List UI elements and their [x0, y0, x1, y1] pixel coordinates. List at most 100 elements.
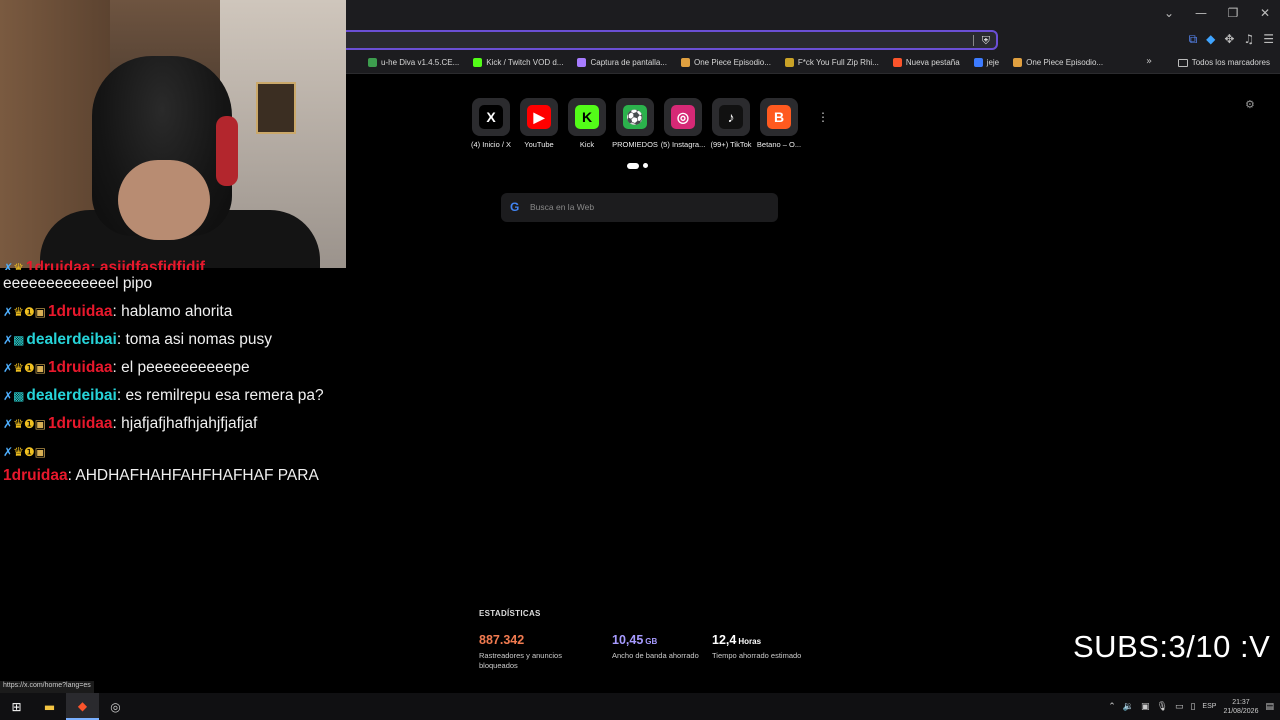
stat-trackers-value: 887.342 — [479, 633, 525, 647]
bookmark-label: F*ck You Full Zip Rhi... — [797, 58, 879, 67]
minimize-button[interactable]: — — [1194, 6, 1208, 20]
bookmark-item[interactable]: jeje — [973, 58, 999, 67]
bookmark-item[interactable]: One Piece Episodio... — [1013, 58, 1103, 67]
brave-shields-icon[interactable]: ⛨ — [982, 34, 990, 48]
app-circle-icon[interactable]: ◎ — [99, 693, 132, 720]
screen: ⌄ — ❐ ✕ ⛨ ⧉ ◆ ✥ ♫ ☰ u-he Diva v1.4.5.CE.… — [0, 0, 1280, 720]
chat-username: dealerdeibai — [26, 331, 117, 348]
speed-dial-tile-box: ◎ — [664, 98, 702, 136]
bookmark-label: u-he Diva v1.4.5.CE... — [381, 58, 460, 67]
taskbar-apps: ⊞ ▬ ◆ ◎ — [0, 693, 132, 720]
tray-overflow-icon[interactable]: ⌃ — [1108, 702, 1116, 712]
site-favicon-icon: B — [767, 105, 791, 129]
stat-trackers-desc: Rastreadores y anuncios bloqueados — [479, 651, 562, 670]
clock[interactable]: 21:37 21/08/2026 — [1223, 698, 1258, 716]
chat-message: ✗▩ dealerdeibai: toma asi nomas pusy — [3, 328, 345, 352]
speed-dial-more-icon[interactable]: ⋮ — [817, 110, 829, 124]
site-favicon-icon: K — [575, 105, 599, 129]
webcam-overlay — [0, 0, 346, 268]
close-button[interactable]: ✕ — [1258, 6, 1272, 20]
speed-dial-tile[interactable]: B Betano – O... — [757, 98, 801, 149]
speed-dial-label: PROMIEDOS — [612, 140, 658, 149]
speed-dial-label: (5) Instagra... — [660, 140, 706, 149]
clock-time: 21:37 — [1232, 698, 1250, 706]
bookmark-item[interactable]: Captura de pantalla... — [577, 58, 667, 67]
speed-dial-label: (99+) TikTok — [710, 140, 752, 149]
folder-icon — [1177, 58, 1188, 67]
speed-dial-tile[interactable]: ♪ (99+) TikTok — [710, 98, 752, 149]
bookmark-item[interactable]: One Piece Episodio... — [680, 58, 771, 67]
speed-dial-tile[interactable]: ⚽ PROMIEDOS — [612, 98, 658, 149]
brave-browser-icon[interactable]: ◆ — [66, 693, 99, 720]
stat-time-value: 12,4 — [712, 633, 737, 647]
pager-dot[interactable] — [643, 163, 648, 168]
bookmarks-bar: u-he Diva v1.4.5.CE... Kick / Twitch VOD … — [346, 52, 1280, 74]
pager-dot-active[interactable] — [627, 163, 639, 169]
battery-icon[interactable]: ▯ — [1190, 702, 1195, 712]
chat-username: 1druidaa — [47, 303, 113, 320]
language-indicator[interactable]: ESP — [1202, 703, 1216, 710]
stats-title: ESTADÍSTICAS — [479, 609, 541, 618]
address-bar[interactable]: ⛨ — [346, 30, 998, 50]
start-icon[interactable]: ⊞ — [0, 693, 33, 720]
chat-badges-icon: ✗♛❶▣ — [3, 417, 46, 431]
window-controls: ⌄ — ❐ ✕ — [1162, 6, 1272, 20]
system-tray: ⌃ 🔉 ▣ 🎙 ▭ ▯ ESP 21:37 21/08/2026 ▤ — [1108, 693, 1280, 720]
speed-dial-pager — [627, 163, 648, 169]
speaker-icon[interactable]: 🔉 — [1123, 702, 1134, 712]
bookmark-favicon-icon — [973, 58, 983, 67]
notifications-icon[interactable]: ▤ — [1265, 702, 1274, 712]
restore-button[interactable]: ❐ — [1226, 6, 1240, 20]
google-icon: G — [510, 200, 520, 214]
settings-gear-icon[interactable]: ⚙ — [1245, 98, 1255, 111]
speed-dial-tile-box: X — [472, 98, 510, 136]
bookmark-favicon-icon — [1013, 58, 1023, 67]
all-bookmarks-button[interactable]: Todos los marcadores — [1177, 58, 1270, 67]
speed-dial-tile[interactable]: K Kick — [568, 98, 606, 149]
speed-dial-tile[interactable]: ▶ YouTube — [520, 98, 558, 149]
speed-dial-tile[interactable]: ◎ (5) Instagra... — [661, 98, 705, 149]
chat-message-text: : es remilrepu esa remera pa? — [116, 387, 324, 404]
webcam-face — [118, 160, 210, 240]
chat-badges-icon: ✗▩ — [3, 389, 25, 403]
all-bookmarks-label: Todos los marcadores — [1191, 58, 1270, 67]
search-input[interactable] — [530, 199, 760, 215]
extension-a-icon[interactable]: ◆ — [1206, 32, 1215, 47]
chat-message: eeeeeeeeeeeeel pipo — [3, 272, 345, 296]
taskbar: ⊞ ▬ ◆ ◎ ⌃ 🔉 ▣ 🎙 ▭ ▯ ESP 21:37 21/08/2026… — [0, 693, 1280, 720]
chat-username: 1druidaa — [47, 415, 113, 432]
app-tray-icon[interactable]: ▣ — [1141, 702, 1150, 712]
puzzle-icon[interactable]: ✥ — [1224, 32, 1234, 47]
clock-date: 21/08/2026 — [1223, 707, 1259, 715]
chat-message: ✗♛❶▣ 1druidaa: el peeeeeeeeeepe — [3, 356, 345, 380]
bookmark-label: Kick / Twitch VOD d... — [486, 58, 564, 67]
tab-search-icon[interactable]: ⌄ — [1162, 6, 1176, 20]
subs-counter: SUBS:3/10 :V — [1073, 629, 1271, 664]
file-explorer-icon[interactable]: ▬ — [33, 693, 66, 720]
status-url: https://x.com/home?lang=es — [0, 681, 94, 693]
bookmark-item[interactable]: Nueva pestaña — [892, 58, 960, 67]
bookmark-item[interactable]: F*ck You Full Zip Rhi... — [784, 58, 879, 67]
browser-titlebar: ⌄ — ❐ ✕ — [346, 0, 1280, 28]
webcam-headset — [216, 116, 238, 186]
bookmark-item[interactable]: u-he Diva v1.4.5.CE... — [368, 58, 459, 67]
chat-badges-icon: ✗♛❶▣ — [3, 361, 46, 375]
bookmarks-overflow-icon[interactable]: » — [1146, 56, 1152, 67]
bookmark-item[interactable]: Kick / Twitch VOD d... — [473, 58, 563, 67]
menu-icon[interactable]: ☰ — [1263, 32, 1274, 47]
bookmark-label: One Piece Episodio... — [693, 58, 771, 67]
network-icon[interactable]: ▭ — [1175, 702, 1184, 712]
toolbar-icons: ⧉ ◆ ✥ ♫ ☰ — [1189, 32, 1274, 47]
chat-badges-icon: ✗♛❶▣ — [3, 305, 46, 319]
bookmark-favicon-icon — [577, 58, 587, 67]
microphone-icon[interactable]: 🎙 — [1157, 702, 1168, 712]
translate-icon[interactable]: ⧉ — [1189, 32, 1198, 47]
bookmark-favicon-icon — [784, 58, 794, 67]
bookmark-favicon-icon — [473, 58, 483, 67]
browser-toolbar: ⛨ ⧉ ◆ ✥ ♫ ☰ — [346, 28, 1280, 52]
media-icon[interactable]: ♫ — [1243, 32, 1254, 47]
chat-message: ✗♛❶▣ 1druidaa: AHDHAFHAHFAHFHAFHAF PARA — [3, 440, 345, 488]
speed-dial-tile[interactable]: X (4) Inicio / X — [471, 98, 511, 149]
speed-dial-tile-box: ♪ — [712, 98, 750, 136]
speed-dial-label: Kick — [579, 140, 595, 149]
